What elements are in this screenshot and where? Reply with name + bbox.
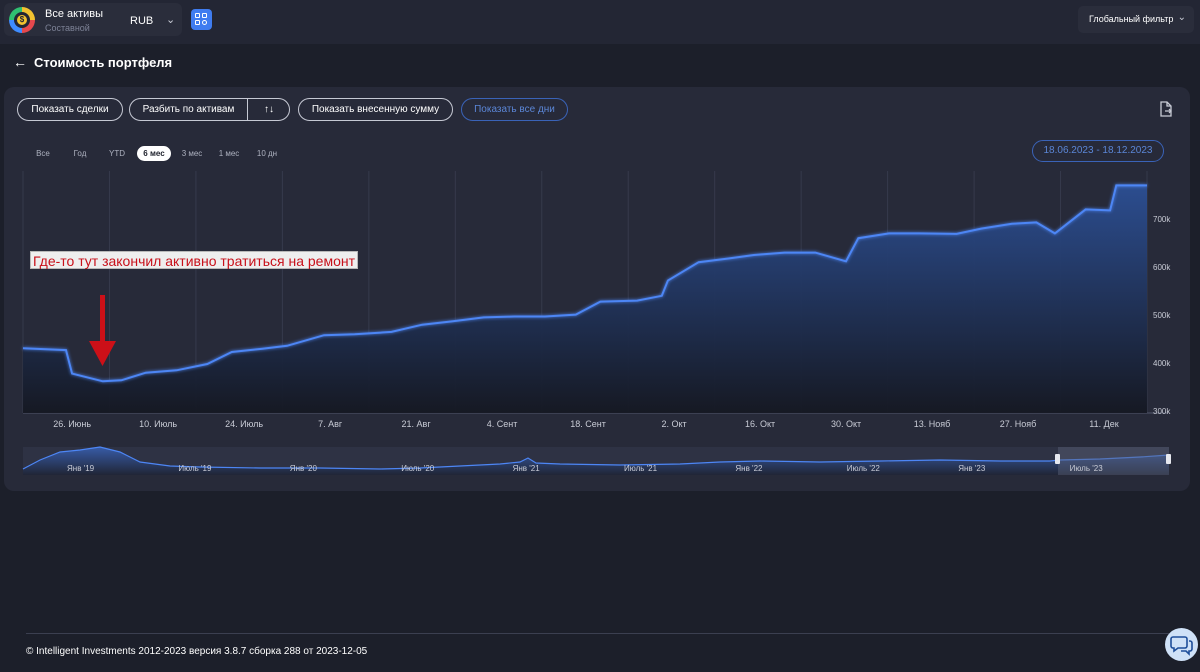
y-tick-label: 700k (1153, 215, 1171, 224)
navigator-tick-label: Июль '22 (847, 464, 881, 473)
x-tick-label: 13. Нояб (914, 419, 951, 429)
navigator-tick-label: Янв '19 (67, 464, 95, 473)
x-tick-label: 18. Сент (570, 419, 606, 429)
navigator-tick-label: Янв '23 (958, 464, 986, 473)
x-tick-label: 24. Июль (225, 419, 263, 429)
navigator-tick-label: Янв '20 (290, 464, 318, 473)
x-tick-label: 21. Авг (402, 419, 432, 429)
y-axis: 300k 400k 500k 600k 700k (1153, 215, 1171, 416)
x-tick-label: 2. Окт (661, 419, 686, 429)
chat-icon (1170, 636, 1193, 656)
x-tick-label: 27. Нояб (1000, 419, 1037, 429)
x-tick-label: 7. Авг (318, 419, 343, 429)
portfolio-value-chart: 26. Июнь 10. Июль 24. Июль 7. Авг 21. Авг 4. … (22, 171, 1171, 475)
y-tick-label: 500k (1153, 311, 1171, 320)
x-tick-label: 4. Сент (487, 419, 518, 429)
navigator-tick-label: Июль '21 (624, 464, 658, 473)
footer-copyright: © Intelligent Investments 2012-2023 верс… (26, 646, 368, 657)
series-area (23, 185, 1147, 413)
x-tick-label: 26. Июнь (53, 419, 91, 429)
navigator-tick-label: Янв '21 (513, 464, 541, 473)
navigator-handle-left[interactable] (1055, 454, 1060, 464)
y-tick-label: 600k (1153, 263, 1171, 272)
x-tick-label: 11. Дек (1089, 419, 1118, 429)
annotation-note: Где-то тут закончил активно тратиться на… (30, 251, 359, 269)
x-tick-label: 16. Окт (745, 419, 775, 429)
y-tick-label: 400k (1153, 359, 1171, 368)
x-axis: 26. Июнь 10. Июль 24. Июль 7. Авг 21. Авг 4. … (53, 419, 1119, 429)
navigator-tick-label: Июль '20 (401, 464, 435, 473)
navigator-tick-label: Июль '19 (178, 464, 212, 473)
navigator-handle-right[interactable] (1166, 454, 1171, 464)
x-tick-label: 30. Окт (831, 419, 861, 429)
annotation-arrow (89, 295, 116, 366)
y-tick-label: 300k (1153, 407, 1171, 416)
navigator-tick-label: Янв '22 (735, 464, 763, 473)
x-tick-label: 10. Июль (139, 419, 177, 429)
chat-support-button[interactable] (1165, 628, 1198, 661)
footer-divider (26, 633, 1169, 634)
navigator-tick-label: Июль '23 (1070, 464, 1104, 473)
